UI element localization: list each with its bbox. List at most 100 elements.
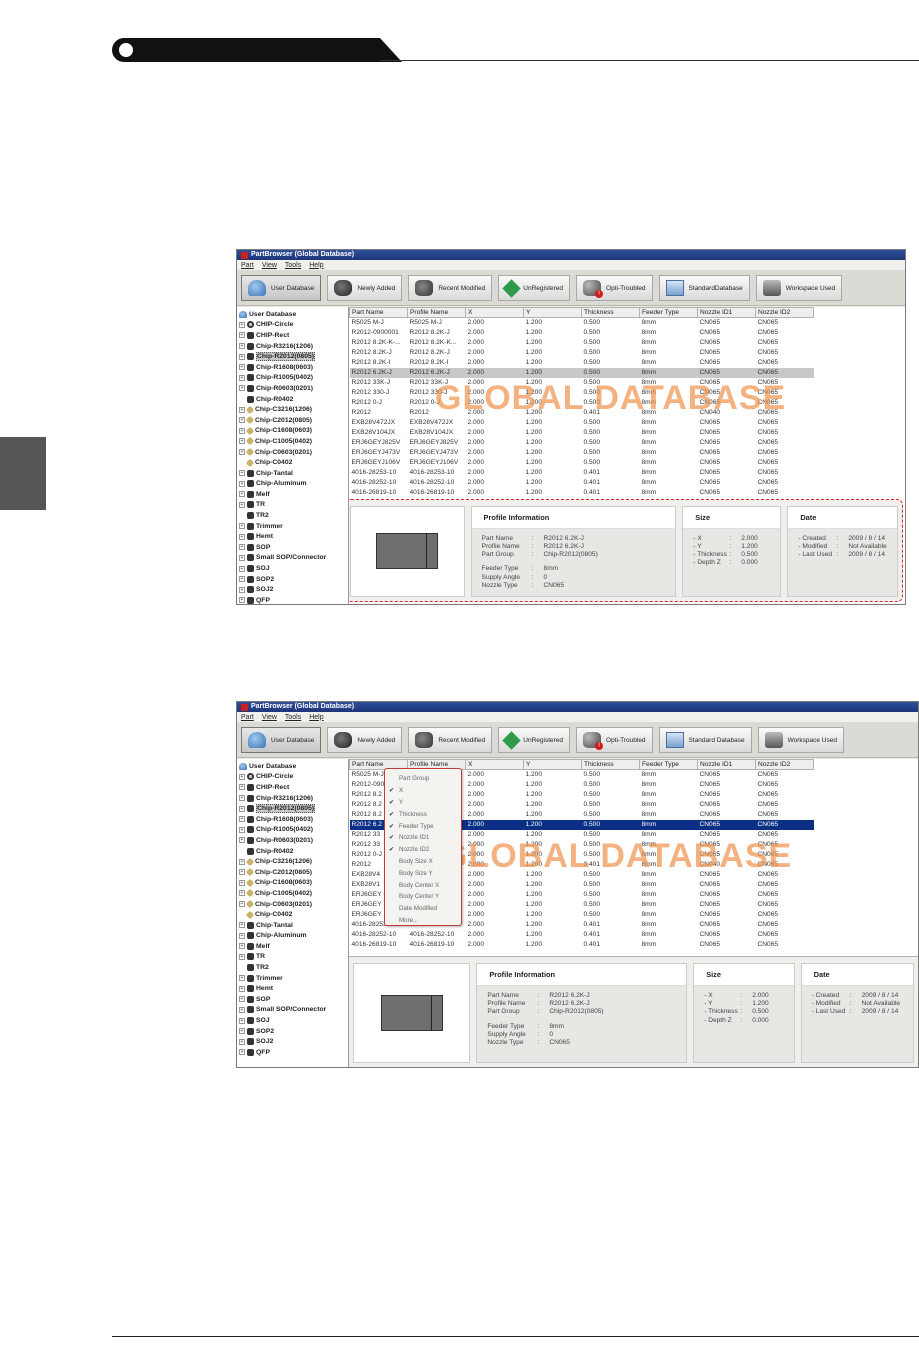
parts-grid[interactable]: Part Name Profile Name X Y Thickness Feeder T… (349, 307, 905, 497)
column-header[interactable]: Feeder Type (639, 307, 698, 318)
expand-icon[interactable]: + (239, 576, 245, 583)
column-header[interactable]: Nozzle ID1 (697, 759, 756, 770)
tree-item[interactable]: Chip-R0402 (239, 394, 348, 405)
expand-icon[interactable]: + (239, 480, 245, 487)
tree-item[interactable]: + Small SOP/Connector (239, 553, 348, 564)
table-row[interactable]: R2012 R2012 2.000 1.200 0.401 8mm CN040 CN065 (350, 408, 814, 418)
tree-item[interactable]: + SOP2 (239, 574, 348, 585)
table-row[interactable]: 4016-28253-10 4016-28253-10 2.000 1.200 0.40… (350, 468, 814, 478)
menu-view[interactable]: View (262, 262, 277, 269)
context-menu-item[interactable]: ✔ Nozzle ID1 (385, 832, 461, 844)
menu-part[interactable]: Part (241, 714, 254, 721)
tree-item[interactable]: + TR (239, 952, 348, 963)
expand-icon[interactable]: + (239, 417, 245, 424)
expand-icon[interactable]: + (239, 985, 245, 992)
toolbar-button-opti-troubled[interactable]: Opti-Troubled (576, 727, 653, 753)
tree-item[interactable]: + SOJ (239, 563, 348, 574)
table-row[interactable]: ERJ6GEYJ106V ERJ6GEYJ106V 2.000 1.200 0.500 8… (350, 458, 814, 468)
column-header[interactable]: Nozzle ID2 (755, 307, 814, 318)
tree-item[interactable]: + Small SOP/Connector (239, 1005, 348, 1016)
category-tree[interactable]: User Database + CHIP-Circle + CHIP-Rect + Chip… (237, 307, 349, 604)
column-header[interactable]: X (465, 307, 524, 318)
tree-item[interactable]: + Chip-Tantal (239, 468, 348, 479)
expand-icon[interactable]: + (239, 816, 245, 823)
expand-icon[interactable]: + (239, 795, 245, 802)
tree-item[interactable]: + Chip-C1608(0603) (239, 426, 348, 437)
tree-item[interactable]: + QFP (239, 1047, 348, 1058)
expand-icon[interactable]: + (239, 805, 245, 812)
column-header[interactable]: Y (523, 759, 582, 770)
table-row[interactable]: 4016-28252-10 4016-28252-10 2.000 1.200 0.40… (350, 930, 814, 940)
tree-item[interactable]: Chip-R0402 (239, 846, 348, 857)
column-header[interactable]: Nozzle ID1 (697, 307, 756, 318)
tree-item[interactable]: + Chip-R1005(0402) (239, 825, 348, 836)
expand-icon[interactable] (239, 460, 245, 466)
tree-item[interactable]: + Melf (239, 941, 348, 952)
expand-icon[interactable]: + (239, 837, 245, 844)
expand-icon[interactable]: + (239, 353, 245, 360)
expand-icon[interactable]: + (239, 1006, 245, 1013)
expand-icon[interactable] (239, 912, 245, 918)
expand-icon[interactable]: + (239, 565, 245, 572)
toolbar-button-opti-troubled[interactable]: Opti-Troubled (576, 275, 653, 301)
tree-item[interactable]: TR2 (239, 510, 348, 521)
expand-icon[interactable]: + (239, 1049, 245, 1056)
context-menu-item[interactable]: Date Modified (385, 903, 461, 915)
expand-icon[interactable]: + (239, 943, 245, 950)
expand-icon[interactable] (239, 965, 245, 971)
context-menu-item[interactable]: More... (385, 915, 461, 927)
expand-icon[interactable]: + (239, 533, 245, 540)
expand-icon[interactable]: + (239, 586, 245, 593)
context-menu-item[interactable]: Body Center X (385, 879, 461, 891)
expand-icon[interactable]: + (239, 406, 245, 413)
table-row[interactable]: R2012 330-J R2012 330-J 2.000 1.200 0.500 8mm… (350, 388, 814, 398)
toolbar-button-newly-added[interactable]: Newly Added (327, 275, 403, 301)
column-header[interactable]: Feeder Type (639, 759, 698, 770)
tree-item[interactable]: + Chip-R2012(0805) (239, 803, 348, 814)
toolbar-button-unregistered[interactable]: UnRegistered (498, 275, 571, 301)
toolbar-button-newly-added[interactable]: Newly Added (327, 727, 403, 753)
table-row[interactable]: R2012 8.2K-J R2012 8.2K-J 2.000 1.200 0.500 8… (350, 348, 814, 358)
tree-item[interactable]: + Chip-C3216(1206) (239, 404, 348, 415)
table-row[interactable]: 4016-26819-10 4016-26819-10 2.000 1.200 0.40… (350, 940, 814, 950)
tree-item[interactable]: + Chip-Tantal (239, 920, 348, 931)
toolbar-button-standarddatabase[interactable]: StandardDatabase (658, 275, 750, 301)
tree-item[interactable]: + SOJ2 (239, 1036, 348, 1047)
toolbar-button-user-database[interactable]: User Database (241, 275, 322, 301)
expand-icon[interactable]: + (239, 879, 245, 886)
table-row[interactable]: R2012 6.2K-J R2012 6.2K-J 2.000 1.200 0.500 8… (349, 367, 814, 378)
tree-item[interactable]: + Chip-R3216(1206) (239, 341, 348, 352)
tree-item[interactable]: + SOP (239, 542, 348, 553)
column-context-menu[interactable]: Part Group ✔ X ✔ Y ✔ Thickness ✔ Feeder Type ✔ Noz… (384, 768, 462, 926)
tree-item[interactable]: + Chip-R1608(0603) (239, 362, 348, 373)
column-header[interactable]: Y (523, 307, 582, 318)
tree-item[interactable]: + Melf (239, 489, 348, 500)
expand-icon[interactable] (239, 848, 245, 854)
toolbar-button-workspace-used[interactable]: Workspace Used (755, 275, 843, 301)
table-row[interactable]: 4016-28252-10 4016-28252-10 2.000 1.200 0.40… (350, 478, 814, 488)
menu-part[interactable]: Part (241, 262, 254, 269)
category-tree[interactable]: User Database + CHIP-Circle + CHIP-Rect + Chip… (237, 759, 349, 1067)
expand-icon[interactable]: + (239, 544, 245, 551)
table-row[interactable]: R2012-0900001 R2012 8.2K-J 2.000 1.200 0.500… (350, 328, 814, 338)
expand-icon[interactable]: + (239, 953, 245, 960)
expand-icon[interactable]: + (239, 996, 245, 1003)
expand-icon[interactable]: + (239, 784, 245, 791)
expand-icon[interactable]: + (239, 932, 245, 939)
context-menu-item[interactable]: ✔ Nozzle ID2 (385, 844, 461, 856)
context-menu-item[interactable]: ✔ Thickness (385, 808, 461, 820)
tree-item[interactable]: + QFP (239, 595, 348, 604)
context-menu-item[interactable]: ✔ X (385, 785, 461, 797)
column-header[interactable]: Thickness (581, 307, 640, 318)
tree-item[interactable]: + Trimmer (239, 973, 348, 984)
toolbar-button-standard-database[interactable]: Standard Database (658, 727, 752, 753)
tree-root[interactable]: User Database (239, 309, 348, 320)
tree-item[interactable]: + Chip-C0603(0201) (239, 447, 348, 458)
tree-item[interactable]: + Chip-R3216(1206) (239, 793, 348, 804)
expand-icon[interactable]: + (239, 869, 245, 876)
expand-icon[interactable] (239, 396, 245, 402)
column-header[interactable]: X (465, 759, 524, 770)
expand-icon[interactable]: + (239, 491, 245, 498)
expand-icon[interactable]: + (239, 427, 245, 434)
table-row[interactable]: EXB28V472JX EXB28V472JX 2.000 1.200 0.500 8mm… (350, 418, 814, 428)
